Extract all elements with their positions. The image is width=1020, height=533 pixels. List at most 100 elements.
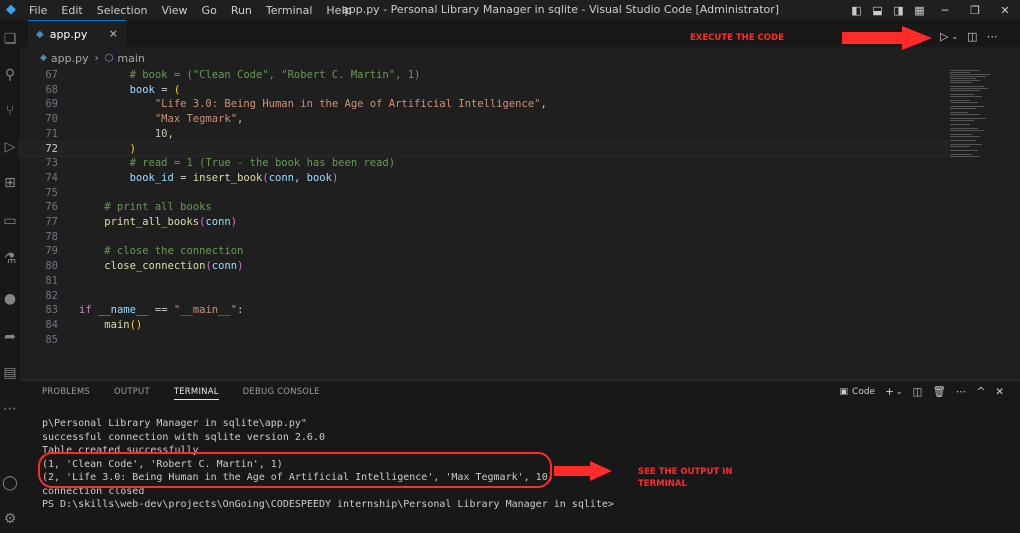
testing-icon[interactable]: ⚗ <box>0 244 20 274</box>
code-line[interactable]: 81 <box>20 274 946 289</box>
trash-icon[interactable]: 🗑 <box>933 385 946 398</box>
python-file-icon: ◆ <box>36 28 44 40</box>
editor-actions: ▷ ⌄ ◫ ⋯ <box>940 27 1007 45</box>
maximize-panel-icon[interactable]: ^ <box>976 386 985 398</box>
minimap-line <box>950 88 988 89</box>
code-line[interactable]: 74 book_id = insert_book(conn, book) <box>20 171 946 186</box>
settings-gear-icon[interactable]: ⚙ <box>0 504 20 533</box>
restore-icon[interactable]: ❐ <box>960 0 990 20</box>
search-icon[interactable]: ⚲ <box>0 60 20 90</box>
minimap-line <box>950 102 978 103</box>
menu-selection[interactable]: Selection <box>90 4 155 17</box>
code-line[interactable]: 82 <box>20 289 946 304</box>
breadcrumb-file[interactable]: app.py <box>51 52 89 65</box>
output-annotation-label: SEE THE OUTPUT IN TERMINAL <box>638 466 732 490</box>
close-panel-icon[interactable]: ✕ <box>995 386 1004 398</box>
code-line[interactable]: 75 <box>20 186 946 201</box>
line-number: 67 <box>45 69 58 81</box>
github-icon[interactable]: ● <box>0 284 20 314</box>
menu-file[interactable]: File <box>22 4 54 17</box>
line-number: 82 <box>45 289 58 302</box>
close-tab-icon[interactable]: × <box>109 27 118 40</box>
toggle-secondary-sidebar-icon[interactable]: ◨ <box>888 0 909 20</box>
tab-app-py[interactable]: ◆ app.py × <box>28 20 126 47</box>
code-line[interactable]: 80 close_connection(conn) <box>20 259 946 274</box>
minimap-line <box>950 100 970 101</box>
menu-terminal[interactable]: Terminal <box>259 4 320 17</box>
code-line[interactable]: 73 # read = 1 (True - the book has been … <box>20 156 946 171</box>
menu-run[interactable]: Run <box>224 4 259 17</box>
terminal-profile-label[interactable]: Code <box>852 387 875 397</box>
code-line[interactable]: 71 10, <box>20 127 946 142</box>
terminal-line: p\Personal Library Manager in sqlite\app… <box>42 418 307 429</box>
python-file-icon: ◆ <box>40 53 47 63</box>
source-control-icon[interactable]: ⑂ <box>0 96 20 126</box>
code-text: "Max Tegmark", <box>154 113 244 126</box>
code-line[interactable]: 76 # print all books <box>20 200 946 215</box>
breadcrumb-symbol[interactable]: main <box>117 52 144 65</box>
line-number: 83 <box>45 304 58 317</box>
run-python-file-icon[interactable]: ▷ <box>940 30 948 43</box>
run-debug-icon[interactable]: ▷ <box>0 132 20 162</box>
minimap-line <box>950 96 982 97</box>
line-number: 68 <box>45 83 58 96</box>
more-icon[interactable]: ⋯ <box>0 394 20 424</box>
minimap-line <box>950 118 986 119</box>
minimap[interactable] <box>946 66 1010 366</box>
breadcrumb: ◆ app.py › ⬡ main <box>40 50 145 66</box>
panel-actions: ▣ Code + ⌄ ◫ 🗑 ⋯ ^ ✕ <box>830 385 1004 399</box>
line-number: 77 <box>45 216 58 228</box>
tab-debug-console[interactable]: DEBUG CONSOLE <box>243 387 320 400</box>
chevron-down-icon[interactable]: ⌄ <box>951 32 958 41</box>
line-number: 72 <box>45 142 58 155</box>
line-number: 78 <box>45 230 58 243</box>
new-terminal-icon[interactable]: + <box>885 386 894 398</box>
extensions-icon[interactable]: ⊞ <box>0 168 20 198</box>
tab-terminal[interactable]: TERMINAL <box>173 387 219 400</box>
window-title: app.py - Personal Library Manager in sql… <box>342 3 780 16</box>
code-text: main() <box>104 318 143 331</box>
code-line[interactable]: 85 <box>20 333 946 348</box>
minimap-line <box>950 114 980 115</box>
line-number: 71 <box>45 127 58 140</box>
split-editor-icon[interactable]: ◫ <box>967 30 977 43</box>
code-line[interactable]: 72 ) <box>19 140 947 158</box>
accounts-icon[interactable]: ◯ <box>0 468 20 498</box>
live-share-icon[interactable]: ➦ <box>0 322 20 352</box>
panel-view-icon[interactable]: ▤ <box>0 358 20 388</box>
code-line[interactable]: 77 print_all_books(conn) <box>20 215 946 230</box>
code-line[interactable]: 79 # close the connection <box>20 244 946 259</box>
code-line[interactable]: 84 main() <box>20 318 946 333</box>
menu-view[interactable]: View <box>154 4 194 17</box>
code-line[interactable]: 69 "Life 3.0: Being Human in the Age of … <box>20 97 946 112</box>
menu-go[interactable]: Go <box>195 4 224 17</box>
menu-edit[interactable]: Edit <box>54 4 89 17</box>
close-window-icon[interactable]: ✕ <box>990 0 1020 20</box>
line-number: 85 <box>45 333 58 346</box>
minimap-line <box>950 124 970 125</box>
minimize-icon[interactable]: ─ <box>930 0 960 20</box>
tab-output[interactable]: OUTPUT <box>114 387 150 400</box>
tab-problems[interactable]: PROBLEMS <box>42 387 90 400</box>
minimap-line <box>950 146 970 147</box>
toggle-panel-icon[interactable]: ⬓ <box>867 0 888 20</box>
minimap-line <box>950 128 978 129</box>
code-editor[interactable]: 67 # book = ("Clean Code", "Robert C. Ma… <box>19 66 947 362</box>
line-number: 84 <box>45 318 58 331</box>
chevron-down-icon[interactable]: ⌄ <box>896 387 903 396</box>
code-line[interactable]: 68 book = ( <box>20 83 946 98</box>
more-actions-icon[interactable]: ⋯ <box>987 30 998 43</box>
customize-layout-icon[interactable]: ▦ <box>909 0 930 20</box>
minimap-line <box>950 120 974 121</box>
more-actions-icon[interactable]: ⋯ <box>956 386 967 398</box>
split-terminal-icon[interactable]: ◫ <box>913 386 923 398</box>
code-line[interactable]: 70 "Max Tegmark", <box>20 112 946 127</box>
line-number: 81 <box>45 274 58 287</box>
code-line[interactable]: 67 # book = ("Clean Code", "Robert C. Ma… <box>20 68 946 83</box>
toggle-primary-sidebar-icon[interactable]: ◧ <box>846 0 867 20</box>
explorer-icon[interactable]: ❏ <box>0 24 20 54</box>
code-text: "Life 3.0: Being Human in the Age of Art… <box>154 98 547 111</box>
code-line[interactable]: 78 <box>20 230 946 245</box>
remote-explorer-icon[interactable]: ▭ <box>0 206 20 236</box>
code-line[interactable]: 83 if __name__ == "__main__": <box>20 303 946 318</box>
